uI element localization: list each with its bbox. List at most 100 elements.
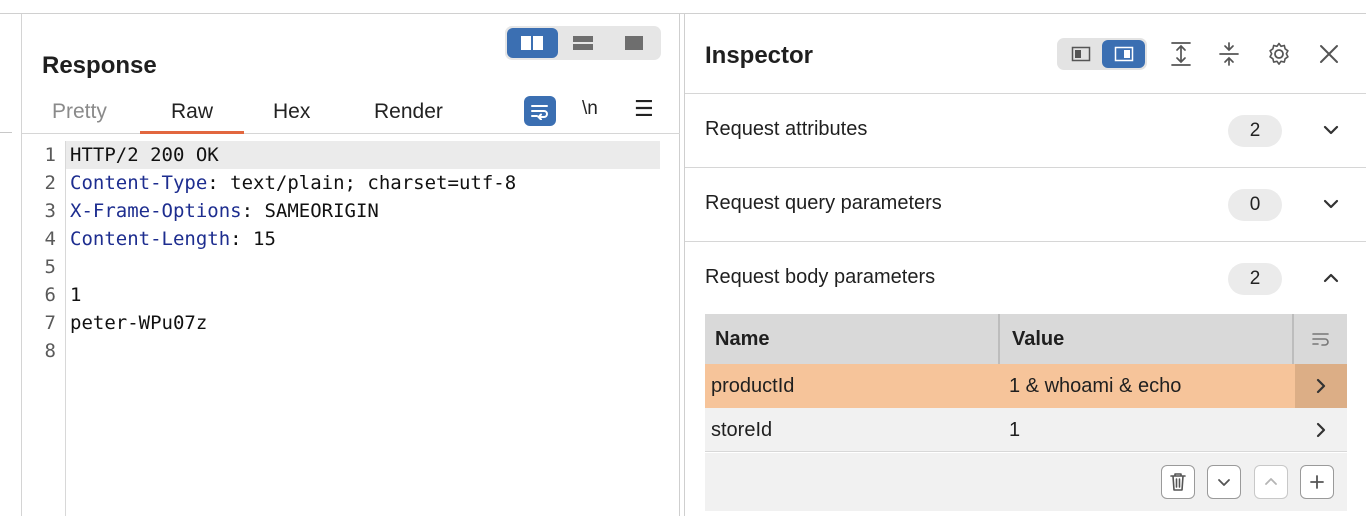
header-name: X-Frame-Options [70, 200, 242, 222]
chevron-right-icon [1316, 422, 1326, 438]
tab-hex[interactable]: Hex [273, 100, 310, 134]
line-number: 7 [44, 312, 56, 334]
header-name: Content-Type [70, 172, 208, 194]
row-open-button[interactable] [1295, 408, 1347, 452]
line-number: 1 [44, 144, 56, 166]
section-label: Request body parameters [705, 266, 936, 288]
chevron-up-icon[interactable] [1321, 268, 1341, 288]
gear-icon [1269, 42, 1289, 65]
response-editor[interactable]: 1 HTTP/2 200 OK 2 Content-Type: text/pla… [22, 141, 680, 516]
word-wrap-icon [531, 105, 548, 120]
columns-icon [521, 36, 544, 50]
param-value: 1 [1009, 419, 1021, 441]
line-text: Content-Length: 15 [70, 225, 276, 253]
param-value: 1 & whoami & echo [1009, 375, 1182, 397]
inspector-pane: Inspector Request attributes 2 Request q… [684, 14, 1366, 516]
chevron-down-icon [1218, 479, 1230, 486]
word-wrap-button[interactable] [524, 96, 556, 126]
section-request-attributes[interactable]: Request attributes 2 [685, 94, 1366, 168]
left-edge-tick [0, 132, 12, 133]
trash-icon [1170, 473, 1186, 491]
count-badge: 2 [1228, 263, 1282, 295]
row-open-button[interactable] [1295, 364, 1347, 408]
layout-side-by-side-button[interactable] [507, 28, 558, 58]
tab-pretty[interactable]: Pretty [52, 100, 107, 134]
inspector-title: Inspector [705, 42, 814, 69]
move-up-button[interactable] [1254, 465, 1288, 499]
code-line: 1 HTTP/2 200 OK [22, 141, 680, 169]
collapse-all-icon [1219, 42, 1239, 66]
code-line: 5 [22, 253, 680, 281]
show-newlines-button[interactable]: \n [582, 98, 598, 120]
inspector-layout-right-button[interactable] [1102, 40, 1145, 68]
collapse-all-button[interactable] [1215, 40, 1243, 68]
header-value: : 15 [230, 228, 276, 250]
single-pane-icon [624, 36, 643, 50]
line-number: 3 [44, 200, 56, 222]
header-value: : SAMEORIGIN [241, 200, 379, 222]
code-line: 3 X-Frame-Options: SAMEORIGIN [22, 197, 680, 225]
expand-all-icon [1171, 42, 1191, 66]
line-number: 5 [44, 256, 56, 278]
table-row[interactable]: productId 1 & whoami & echo [705, 364, 1347, 408]
move-down-button[interactable] [1207, 465, 1241, 499]
section-label: Request query parameters [705, 192, 942, 214]
line-text: peter-WPu07z [70, 312, 208, 334]
plus-icon [1310, 475, 1324, 489]
code-line: 2 Content-Type: text/plain; charset=utf-… [22, 169, 680, 197]
line-number: 6 [44, 284, 56, 306]
panel-left-icon [1071, 46, 1090, 62]
chevron-down-icon[interactable] [1321, 120, 1341, 140]
section-request-query-parameters[interactable]: Request query parameters 0 [685, 168, 1366, 242]
tab-render[interactable]: Render [374, 100, 443, 134]
layout-toggle-group [505, 26, 661, 60]
section-label: Request attributes [705, 118, 868, 140]
panel-right-icon [1114, 46, 1133, 62]
line-number: 8 [44, 340, 56, 362]
word-wrap-icon [1312, 333, 1329, 346]
settings-button[interactable] [1265, 40, 1293, 68]
line-number: 4 [44, 228, 56, 250]
param-name: productId [711, 375, 795, 397]
header-name: Content-Length [70, 228, 231, 250]
header-value: : text/plain; charset=utf-8 [207, 172, 517, 194]
line-number: 2 [44, 172, 56, 194]
code-line: 8 [22, 337, 680, 365]
chevron-up-icon [1265, 478, 1277, 485]
param-name: storeId [711, 419, 773, 441]
layout-stacked-button[interactable] [558, 28, 609, 58]
code-line: 7 peter-WPu07z [22, 309, 680, 337]
count-badge: 0 [1228, 189, 1282, 221]
close-icon [1320, 45, 1338, 63]
wrap-toggle-button[interactable] [1295, 314, 1347, 364]
section-request-body-parameters[interactable]: Request body parameters 2 [685, 242, 1366, 314]
table-footer-actions [705, 453, 1347, 511]
line-text: Content-Type: text/plain; charset=utf-8 [70, 169, 516, 197]
count-badge: 2 [1228, 115, 1282, 147]
delete-param-button[interactable] [1161, 465, 1195, 499]
chevron-down-icon[interactable] [1321, 194, 1341, 214]
left-edge-panel [0, 14, 22, 516]
menu-icon[interactable]: ☰ [634, 96, 654, 122]
tab-raw[interactable]: Raw [140, 100, 244, 134]
top-border [0, 0, 1366, 14]
table-row[interactable]: storeId 1 [705, 408, 1347, 452]
add-param-button[interactable] [1300, 465, 1334, 499]
line-text: X-Frame-Options: SAMEORIGIN [70, 197, 379, 225]
inspector-header: Inspector [685, 14, 1366, 94]
rows-icon [573, 36, 593, 50]
close-button[interactable] [1315, 40, 1343, 68]
inspector-layout-left-button[interactable] [1059, 40, 1102, 68]
line-text: HTTP/2 200 OK [70, 144, 219, 166]
column-header-value[interactable]: Value [1000, 314, 1294, 364]
code-line: 6 1 [22, 281, 680, 309]
expand-all-button[interactable] [1167, 40, 1195, 68]
column-header-name[interactable]: Name [705, 314, 1000, 364]
line-text: 1 [70, 284, 82, 306]
response-title: Response [42, 52, 157, 79]
code-line: 4 Content-Length: 15 [22, 225, 680, 253]
inspector-layout-toggle [1057, 38, 1147, 70]
layout-single-button[interactable] [608, 28, 659, 58]
table-header: Name Value [705, 314, 1347, 364]
response-pane: Response Pretty Raw Hex Render \n ☰ 1 HT… [22, 14, 680, 516]
